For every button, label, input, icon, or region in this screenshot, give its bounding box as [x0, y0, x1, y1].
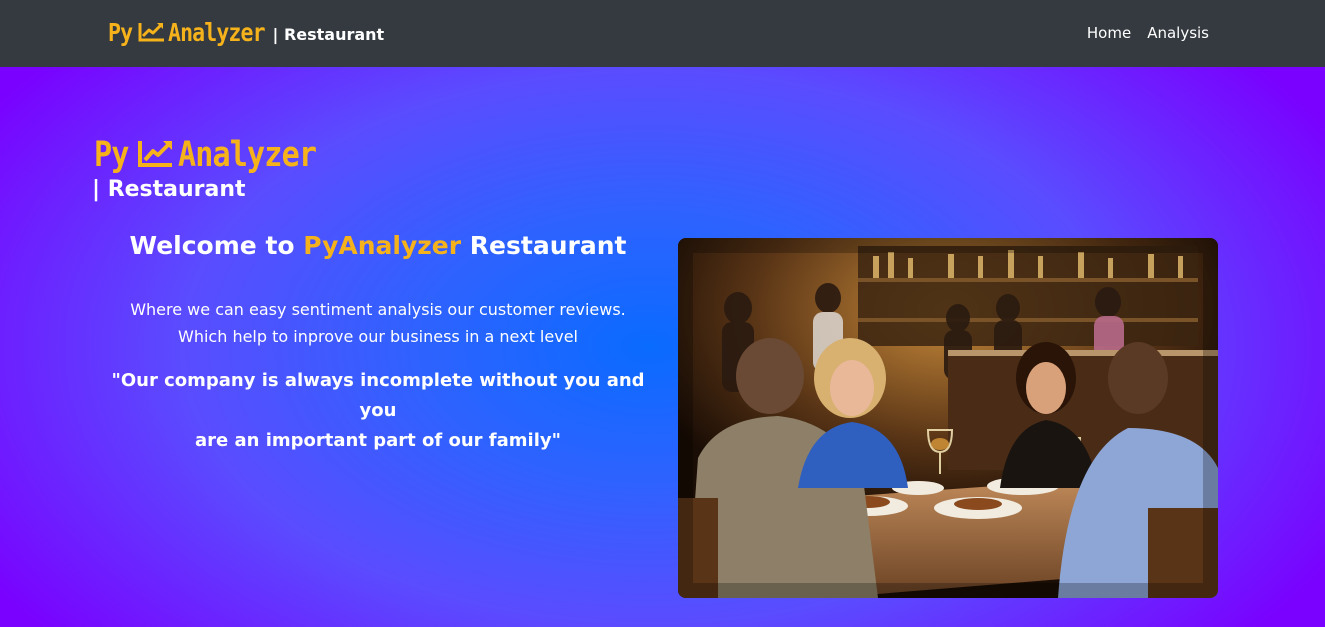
nav-link-analysis[interactable]: Analysis [1147, 24, 1209, 42]
trending-up-chart-icon [138, 23, 165, 42]
welcome-prefix: Welcome to [129, 231, 304, 260]
hero-description: Where we can easy sentiment analysis our… [94, 296, 662, 350]
hero-subtitle: | Restaurant [92, 177, 246, 202]
logo-py-text: Py [108, 17, 133, 47]
welcome-suffix: Restaurant [461, 231, 627, 260]
welcome-brand: PyAnalyzer [303, 231, 462, 260]
top-navbar: Py Analyzer | Restaurant Home Analysis [0, 0, 1325, 67]
hero-section: Py Analyzer | Restaurant Welcome to PyAn… [0, 67, 1325, 627]
brand-subtitle: | Restaurant [272, 24, 385, 44]
restaurant-dining-image [678, 238, 1218, 598]
restaurant-photo [678, 238, 1218, 598]
description-line: Which help to inprove our business in a … [178, 327, 578, 346]
quote-line: "Our company is always incomplete withou… [111, 370, 645, 421]
description-line: Where we can easy sentiment analysis our… [130, 300, 626, 319]
navbar-brand[interactable]: Py Analyzer | Restaurant [108, 14, 384, 50]
welcome-heading: Welcome to PyAnalyzer Restaurant [94, 231, 662, 260]
nav-link-home[interactable]: Home [1087, 24, 1131, 42]
hero-logo-analyzer-text: Analyzer [178, 135, 317, 175]
brand-logo: Py Analyzer [108, 16, 281, 48]
logo-analyzer-text: Analyzer [168, 17, 266, 47]
hero-logo: Py Analyzer [94, 133, 339, 177]
trending-up-chart-icon [138, 141, 173, 167]
hero-logo-py-text: Py [94, 135, 129, 175]
hero-quote: "Our company is always incomplete withou… [100, 366, 656, 456]
nav-links: Home Analysis [1087, 24, 1209, 42]
quote-line: are an important part of our family" [195, 430, 561, 451]
